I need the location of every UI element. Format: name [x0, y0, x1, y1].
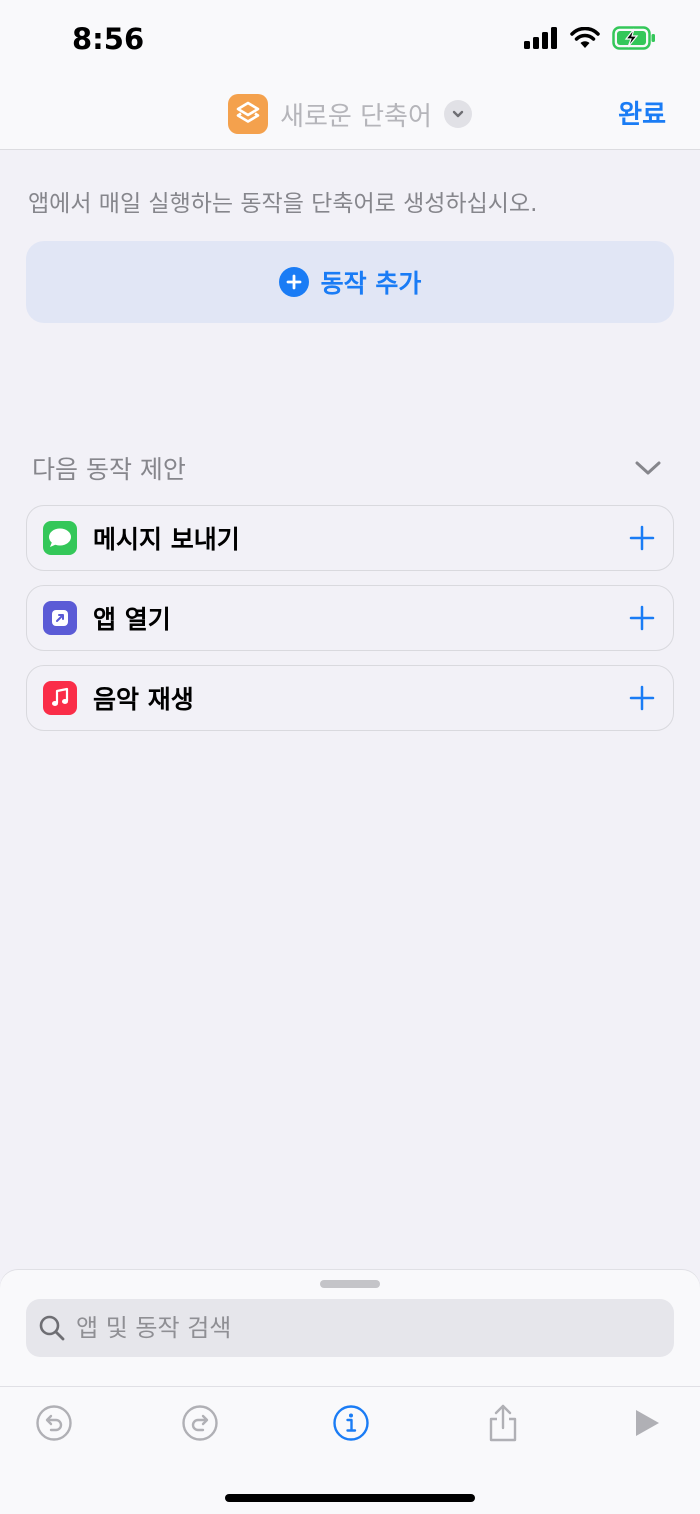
suggestion-label: 앱 열기 [93, 605, 171, 634]
open-app-icon [43, 601, 77, 635]
shortcut-editor-screen: 8:56 새로운 단축어 완료 앱에서 매일 실행하는 동작을 단축어로 생성하… [0, 0, 700, 1514]
description-text: 앱에서 매일 실행하는 동작을 단축어로 생성하십시오. [28, 191, 538, 217]
action-search-sheet [0, 1270, 700, 1514]
suggestion-open-app[interactable]: 앱 열기 [26, 585, 674, 651]
search-box[interactable] [26, 1299, 674, 1357]
search-input[interactable] [76, 1314, 636, 1342]
plus-circle-icon [278, 267, 309, 297]
sheet-grabber[interactable] [320, 1280, 380, 1288]
battery-charging-icon [612, 26, 655, 50]
share-icon[interactable] [483, 1403, 523, 1443]
search-icon [39, 1315, 65, 1341]
suggestions-header[interactable]: 다음 동작 제안 [32, 450, 662, 486]
editor-toolbar [0, 1386, 700, 1460]
add-action-label: 동작 추가 [320, 269, 422, 298]
done-button[interactable]: 완료 [618, 94, 666, 131]
status-time: 8:56 [72, 22, 145, 56]
suggestion-label: 메시지 보내기 [93, 525, 240, 554]
redo-icon[interactable] [180, 1403, 220, 1443]
play-icon[interactable] [626, 1403, 666, 1443]
suggestion-play-music[interactable]: 음악 재생 [26, 665, 674, 731]
status-icons [524, 26, 656, 50]
shortcuts-layers-icon [236, 101, 260, 123]
suggestion-send-message[interactable]: 메시지 보내기 [26, 505, 674, 571]
messages-icon [43, 521, 77, 555]
undo-icon[interactable] [34, 1403, 74, 1443]
home-indicator [225, 1494, 475, 1502]
wifi-icon [570, 27, 600, 48]
music-icon [43, 681, 77, 715]
suggestions-list: 메시지 보내기 앱 열기 음악 재생 [26, 505, 674, 745]
shortcut-title-menu[interactable]: 새로운 단축어 [0, 92, 700, 136]
add-action-button[interactable]: 동작 추가 [26, 241, 674, 323]
title-chevron-down-icon[interactable] [443, 100, 472, 128]
suggestions-title: 다음 동작 제안 [32, 455, 186, 484]
cellular-signal-icon [524, 27, 557, 49]
add-suggestion-plus-icon[interactable] [627, 683, 657, 713]
chevron-down-icon[interactable] [634, 459, 662, 477]
suggestion-label: 음악 재생 [93, 685, 194, 714]
info-icon[interactable] [331, 1403, 371, 1443]
add-suggestion-plus-icon[interactable] [627, 603, 657, 633]
shortcut-app-icon[interactable] [228, 94, 269, 134]
shortcut-title[interactable]: 새로운 단축어 [280, 96, 432, 133]
top-bar: 8:56 새로운 단축어 완료 [0, 0, 700, 150]
add-suggestion-plus-icon[interactable] [627, 523, 657, 553]
